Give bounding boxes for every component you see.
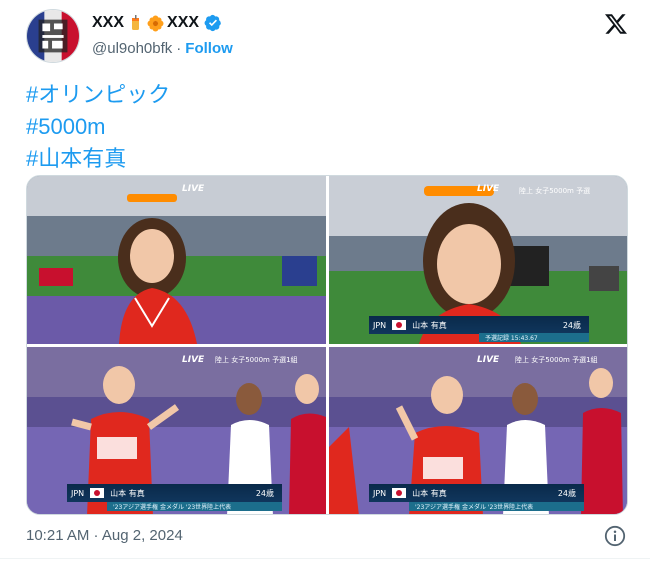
japan-flag-icon [392, 320, 407, 330]
japan-flag-icon [90, 488, 105, 498]
photo-4-country: JPN [373, 488, 387, 498]
verified-badge-icon [204, 14, 222, 32]
photo-2-lower-third: JPN 山本 有真 24歳 [369, 316, 589, 334]
photo-2-subline: 予選記録 15:43.67 [479, 333, 589, 342]
tweet-text: #オリンピック #5000m #山本有真 [26, 79, 616, 175]
photo-4[interactable]: LIVE 陸上 女子5000m 予選1組 JPN 山本 有真 24歳 '23アジ… [329, 347, 627, 514]
display-name-suffix[interactable]: XXX [167, 14, 199, 32]
follow-button[interactable]: Follow [185, 40, 233, 57]
hashtag-5000m[interactable]: #5000m [26, 111, 616, 143]
photo-2-age: 24歳 [562, 320, 581, 330]
photo-4-lower-third: JPN 山本 有真 24歳 [369, 484, 584, 502]
photo-3[interactable]: LIVE 陸上 女子5000m 予選1組 JPN 山本 有真 24歳 '23アジ… [27, 347, 326, 514]
photo-3-athlete: 山本 有真 [110, 488, 145, 498]
avatar[interactable] [26, 9, 80, 63]
photo-3-lower-third: JPN 山本 有真 24歳 [67, 484, 282, 502]
handle-row: @ul9oh0bfk · Follow [92, 40, 233, 57]
photo-4-subline: '23アジア選手権 金メダル '23世界陸上代表 [409, 502, 584, 511]
hashtag-olympic[interactable]: #オリンピック [26, 79, 616, 111]
photo-2-topline: 陸上 女子5000m 予選 [519, 187, 591, 195]
photo-4-live-badge: LIVE [477, 355, 500, 365]
tweet-card: XXX XXX @ul9oh0bfk · Follow #オリンピック #500… [0, 0, 650, 563]
photo-3-topline: 陸上 女子5000m 予選1組 [215, 356, 298, 364]
photo-3-country: JPN [71, 488, 85, 498]
tweet-timestamp[interactable]: 10:21 AM · Aug 2, 2024 [26, 527, 183, 544]
photo-1[interactable]: LIVE [27, 176, 326, 344]
avatar-image [27, 10, 79, 62]
info-icon[interactable] [604, 525, 626, 547]
photo-3-age: 24歳 [255, 488, 274, 498]
photo-2-athlete: 山本 有真 [412, 320, 447, 330]
separator-dot: · [176, 40, 182, 57]
photo-4-athlete: 山本 有真 [412, 488, 447, 498]
japan-flag-icon [392, 488, 407, 498]
photo-2-live-badge: LIVE [477, 184, 500, 194]
flower-icon [147, 15, 164, 32]
divider [0, 558, 650, 559]
photo-2-country: JPN [373, 320, 387, 330]
drink-icon [127, 14, 144, 32]
hashtag-athlete[interactable]: #山本有真 [26, 143, 616, 175]
photo-3-subline: '23アジア選手権 金メダル '23世界陸上代表 [107, 502, 282, 511]
display-name[interactable]: XXX XXX [92, 12, 222, 34]
handle[interactable]: @ul9oh0bfk [92, 40, 172, 57]
photo-1-live-badge: LIVE [182, 184, 205, 194]
display-name-prefix[interactable]: XXX [92, 14, 124, 32]
x-logo-icon[interactable] [604, 12, 628, 36]
photo-2[interactable]: LIVE 陸上 女子5000m 予選 JPN 山本 有真 24歳 予選記録 15… [329, 176, 627, 344]
photo-4-age: 24歳 [557, 488, 576, 498]
photo-grid: LIVE LIVE 陸上 女子5000m 予選 JPN 山本 有真 24歳 予選… [26, 175, 628, 515]
photo-1-image [27, 176, 326, 344]
photo-3-live-badge: LIVE [182, 355, 205, 365]
photo-4-topline: 陸上 女子5000m 予選1組 [515, 356, 598, 364]
